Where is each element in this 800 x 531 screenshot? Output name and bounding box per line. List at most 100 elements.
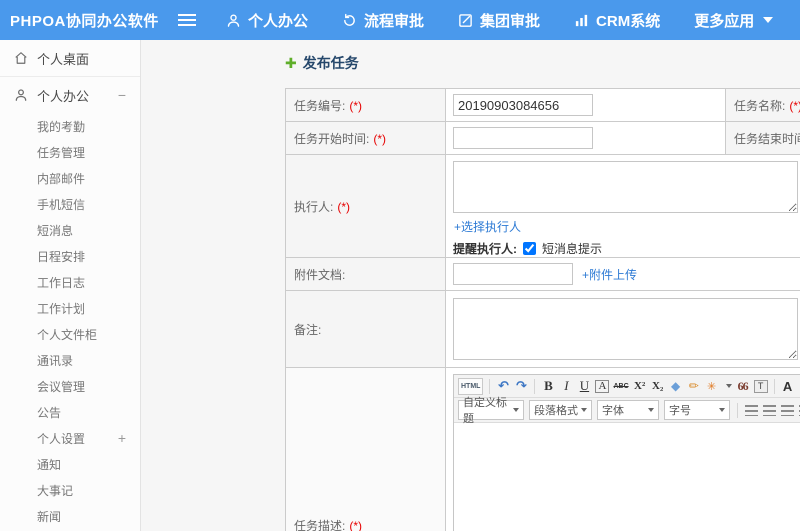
caret-down-icon	[763, 17, 774, 23]
remark-label: 备注:	[294, 322, 322, 337]
sidebar-item-13[interactable]: 公告	[0, 399, 140, 425]
caret-down-icon	[648, 408, 654, 412]
font-family-dropdown[interactable]: 字体	[597, 400, 659, 420]
sidebar-item-10[interactable]: 个人文件柜	[0, 321, 140, 347]
expand-toggle-icon[interactable]: −	[118, 88, 126, 102]
top-header: PHPOA协同办公软件 个人办公 流程审批 集团审批 CRM系统 更多应用	[0, 0, 800, 40]
sidebar-item-label: 我的考勤	[37, 119, 86, 134]
eraser-icon[interactable]: ◆	[669, 378, 683, 395]
sms-notice-checkbox[interactable]	[523, 242, 536, 255]
nav-item-0[interactable]: 个人办公	[226, 10, 308, 31]
task-number-label: 任务编号:	[294, 98, 346, 113]
attachment-field-cell: +附件上传	[445, 257, 800, 291]
app-logo: PHPOA协同办公软件	[10, 12, 159, 30]
menu-toggle-button[interactable]	[178, 13, 198, 27]
caret-down-icon[interactable]	[725, 384, 732, 388]
caret-down-icon	[581, 408, 587, 412]
format-brush-icon[interactable]: ✏	[687, 378, 701, 395]
autotypeset-button[interactable]: A	[595, 379, 610, 393]
end-time-label: 任务结束时间:	[734, 131, 800, 146]
end-time-label-cell: 任务结束时间:(*)	[725, 121, 800, 155]
nav-item-4[interactable]: 更多应用	[694, 10, 774, 31]
sidebar-menu: 个人桌面个人办公 − 我的考勤任务管理内部邮件 手机短信 短消息日程安排工作日志工作计划…	[0, 40, 141, 531]
sidebar-item-16[interactable]: 大事记	[0, 477, 140, 503]
editor-content-area[interactable]	[454, 423, 800, 531]
nav-item-3[interactable]: CRM系统	[574, 10, 660, 31]
user-icon	[226, 13, 241, 28]
sidebar-item-3[interactable]: 任务管理	[0, 139, 140, 165]
required-mark: (*)	[789, 98, 800, 113]
paragraph-format-dropdown[interactable]: 段落格式	[529, 400, 592, 420]
attachment-label-cell: 附件文档:	[285, 257, 446, 291]
sidebar-item-label: 工作计划	[37, 301, 86, 316]
sidebar-item-label: 任务管理	[37, 145, 86, 160]
nav-item-2[interactable]: 集团审批	[458, 10, 540, 31]
sidebar-item-15[interactable]: 通知	[0, 451, 140, 477]
dropdown-label: 段落格式	[534, 405, 578, 417]
sidebar-item-8[interactable]: 工作日志	[0, 269, 140, 295]
nav-item-1[interactable]: 流程审批	[342, 10, 424, 31]
sidebar-item-4[interactable]: 内部邮件	[0, 165, 140, 191]
history-icon	[342, 13, 357, 28]
main-content: ✚ 发布任务 任务编号:(*) 任务名称:(*) 任务开始时间:(*)	[141, 40, 800, 531]
sidebar-item-label: 日程安排	[37, 249, 86, 264]
html-source-button[interactable]: HTML	[458, 377, 484, 395]
choose-executor-link[interactable]: +选择执行人	[454, 220, 521, 234]
editor-toolbar-row2: 自定义标题 段落格式 字体 字号	[454, 397, 800, 425]
align-left-icon[interactable]	[745, 404, 758, 416]
required-mark: (*)	[349, 519, 363, 531]
blockquote-button[interactable]: 66	[736, 378, 750, 395]
sidebar-item-2[interactable]: 我的考勤	[0, 113, 140, 139]
sidebar-item-label: 个人办公	[37, 88, 90, 104]
task-form-table: 任务编号:(*) 任务名称:(*) 任务开始时间:(*) 任务结束时间	[285, 88, 800, 531]
highlight-color-icon[interactable]: ✳	[705, 378, 719, 395]
subscript-button[interactable]: X₂	[651, 378, 665, 395]
superscript-button[interactable]: X²	[633, 378, 647, 395]
paste-text-icon[interactable]: T	[753, 379, 768, 393]
executor-textarea[interactable]	[453, 161, 798, 213]
bold-button[interactable]: B	[541, 378, 555, 395]
sidebar-item-12[interactable]: 会议管理	[0, 373, 140, 399]
strikethrough-button[interactable]: ABC	[613, 378, 628, 395]
custom-title-dropdown[interactable]: 自定义标题	[458, 397, 524, 425]
sidebar-item-7[interactable]: 日程安排	[0, 243, 140, 269]
sidebar-item-label: 大事记	[37, 483, 74, 498]
task-number-input[interactable]	[453, 94, 593, 116]
font-color-button[interactable]: A	[781, 378, 795, 395]
attachment-input[interactable]	[453, 263, 573, 285]
sidebar-item-label: 个人文件柜	[37, 327, 98, 342]
start-time-input[interactable]	[453, 127, 593, 149]
toolbar-separator	[737, 402, 738, 418]
remark-textarea[interactable]	[453, 298, 798, 360]
task-number-label-cell: 任务编号: (*)	[285, 88, 446, 122]
required-mark: (*)	[373, 131, 387, 146]
sidebar-item-label: 会议管理	[37, 379, 86, 394]
description-label-cell: 任务描述: (*)	[285, 367, 446, 531]
sidebar-item-label: 通讯录	[37, 353, 74, 368]
attachment-label: 附件文档:	[294, 267, 346, 282]
rich-text-editor: HTML ↶ ↷ B I U A ABC X² X₂ ◆ ✏ ✳ 66 T A …	[453, 374, 800, 531]
italic-button[interactable]: I	[559, 378, 573, 395]
nav-item-label: 更多应用	[694, 12, 755, 30]
underline-button[interactable]: U	[577, 378, 591, 395]
sidebar-item-14[interactable]: 个人设置 +	[0, 425, 140, 451]
align-right-icon[interactable]	[781, 404, 794, 416]
sidebar-item-6[interactable]: 短消息	[0, 217, 140, 243]
sidebar-item-label: 工作日志	[37, 275, 86, 290]
sidebar-item-1[interactable]: 个人办公 −	[0, 77, 140, 113]
sidebar-item-5[interactable]: 手机短信	[0, 191, 140, 217]
sidebar-item-label: 个人桌面	[37, 51, 90, 67]
sidebar-item-9[interactable]: 工作计划	[0, 295, 140, 321]
dropdown-label: 字号	[669, 405, 691, 417]
task-name-label: 任务名称:	[734, 98, 786, 113]
align-center-icon[interactable]	[763, 404, 776, 416]
undo-icon[interactable]: ↶	[496, 378, 510, 395]
sidebar-item-11[interactable]: 通讯录	[0, 347, 140, 373]
sidebar-item-17[interactable]: 新闻	[0, 503, 140, 529]
font-size-dropdown[interactable]: 字号	[664, 400, 730, 420]
attachment-upload-link[interactable]: +附件上传	[582, 266, 637, 283]
nav-item-label: CRM系统	[596, 12, 661, 30]
sidebar-item-0[interactable]: 个人桌面	[0, 40, 140, 77]
redo-icon[interactable]: ↷	[514, 378, 528, 395]
expand-toggle-icon[interactable]: +	[118, 431, 126, 445]
